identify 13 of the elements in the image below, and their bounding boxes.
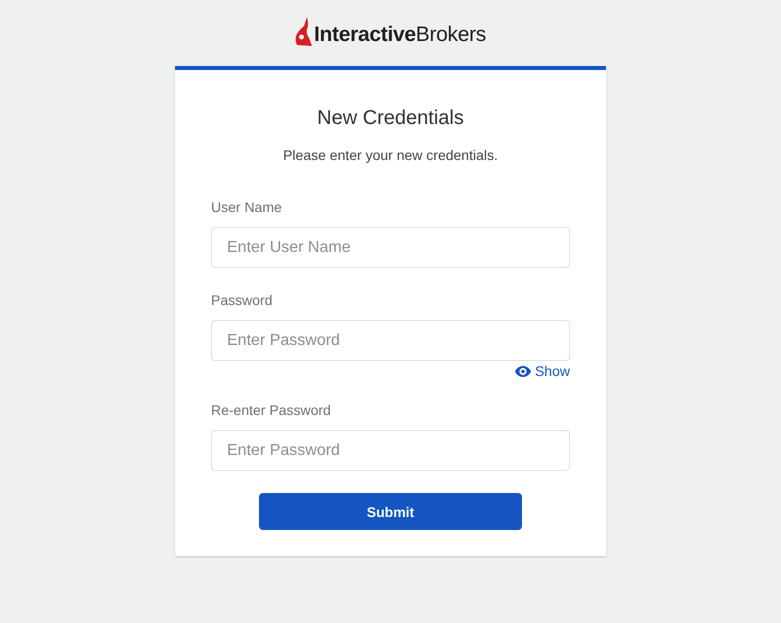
input-field[interactable]: Enter User Name <box>211 227 570 268</box>
show-password-link[interactable]: Show <box>514 362 570 380</box>
input-field[interactable]: Enter Password <box>211 430 570 471</box>
input-field[interactable]: Enter Password <box>211 320 570 361</box>
field-label: Re-enter Password <box>211 401 331 419</box>
brand-name: InteractiveBrokers <box>314 22 486 48</box>
field-label: User Name <box>211 198 282 216</box>
submit-button[interactable]: Submit <box>259 493 522 530</box>
flame-icon <box>294 17 312 46</box>
card-title: New Credentials <box>316 106 465 130</box>
field-label: Password <box>211 291 272 309</box>
eye-icon <box>514 366 531 376</box>
card-subtitle: Please enter your new credentials. <box>282 146 499 164</box>
